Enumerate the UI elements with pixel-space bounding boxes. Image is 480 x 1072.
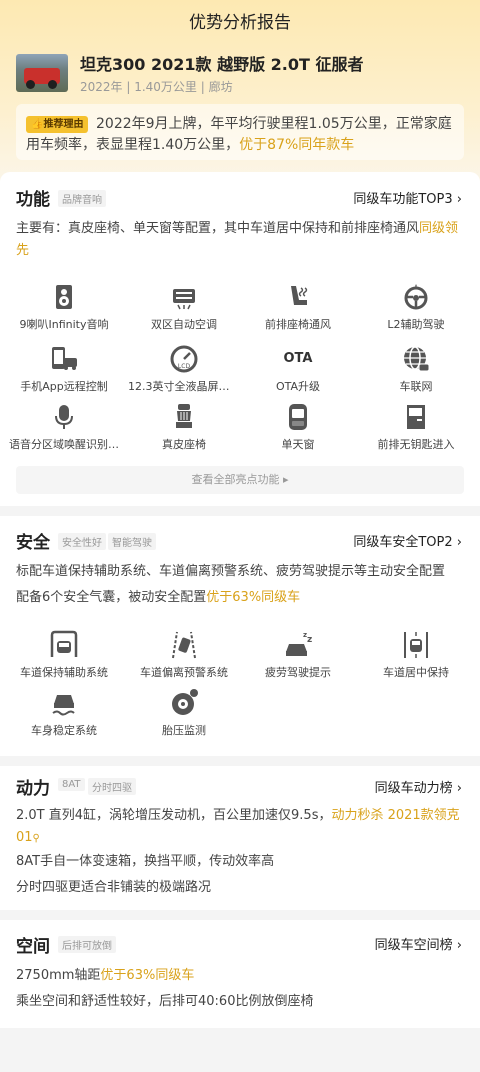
svg-text:z: z	[307, 635, 312, 645]
feature-item[interactable]: OTA OTA升级	[238, 344, 358, 394]
power-card: 动力 8AT 分时四驱 同级车动力榜 › 2.0T 直列4缸，涡轮增压发动机，百…	[0, 766, 480, 910]
power-desc-1: 2.0T 直列4缸，涡轮增压发动机，百公里加速仅9.5s，动力秒杀 2021款领…	[16, 808, 460, 845]
feature-item[interactable]: 单天窗	[238, 402, 358, 452]
space-desc-2: 乘坐空间和舒适性较好，后排可40:60比例放倒座椅	[16, 994, 314, 1009]
lane-departure-icon	[172, 631, 196, 659]
safety-item[interactable]: 车道保持辅助系统	[4, 630, 124, 680]
lcd-gauge-icon: LCD	[170, 345, 198, 373]
safety-chip: 智能驾驶	[108, 533, 156, 550]
feature-item[interactable]: A L2辅助驾驶	[356, 282, 476, 332]
tire-pressure-icon	[172, 689, 198, 715]
chevron-right-icon: ›	[456, 781, 462, 796]
feature-item[interactable]: 车联网	[356, 344, 476, 394]
feature-item[interactable]: LCD 12.3英寸全液晶屏幕…	[124, 344, 244, 394]
microphone-icon	[55, 405, 73, 429]
function-chip: 品牌音响	[58, 190, 106, 207]
safety-item[interactable]: 车身稳定系统	[4, 688, 124, 738]
ac-icon	[173, 289, 195, 310]
phone-car-icon	[52, 347, 77, 370]
space-title: 空间	[16, 937, 50, 957]
car-name: 坦克300 2021款 越野版 2.0T 征服者	[80, 55, 364, 74]
triangle-right-icon: ▸	[282, 473, 289, 486]
chevron-right-icon: ›	[456, 535, 462, 550]
lane-keep-icon	[50, 630, 78, 657]
car-meta: 2022年 | 1.40万公里 | 廊坊	[80, 80, 233, 94]
safety-chip: 安全性好	[58, 533, 106, 550]
recommend-reason-box: 2022年9月上牌，年平均行驶里程1.05万公里，正常家庭用车频率，表显里程1.…	[16, 104, 464, 160]
thumb-up-icon: 👍	[31, 119, 44, 130]
svg-text:LCD: LCD	[178, 363, 191, 370]
power-desc-2: 8AT手自一体变速箱，换挡平顺，传动效率高	[16, 854, 275, 869]
feature-item[interactable]: 前排座椅通风	[238, 282, 358, 332]
space-rank-link[interactable]: 同级车空间榜 ›	[375, 934, 462, 953]
stability-icon	[52, 695, 75, 716]
globe-icon	[404, 346, 430, 372]
ota-icon: OTA	[283, 351, 313, 366]
safety-desc-2: 配备6个安全气囊，被动安全配置优于63%同级车	[16, 590, 301, 605]
feature-item[interactable]: 真皮座椅	[124, 402, 244, 452]
search-icon[interactable]: ⚲	[33, 833, 40, 844]
function-title: 功能	[16, 190, 50, 210]
page-title: 优势分析报告	[189, 13, 291, 33]
seat-vent-icon	[291, 286, 308, 305]
power-chip: 分时四驱	[88, 778, 136, 795]
speaker-icon	[56, 285, 72, 309]
space-chip: 后排可放倒	[58, 936, 116, 953]
fatigue-icon: zz	[286, 631, 312, 656]
feature-item[interactable]: 前排无钥匙进入	[356, 402, 476, 452]
safety-title: 安全	[16, 533, 50, 553]
car-thumbnail[interactable]	[16, 54, 68, 92]
chevron-right-icon: ›	[456, 192, 462, 207]
door-icon	[407, 405, 425, 429]
feature-item[interactable]: 9喇叭Infinity音响	[4, 282, 124, 332]
feature-item[interactable]: 手机App远程控制	[4, 344, 124, 394]
space-card: 空间 后排可放倒 同级车空间榜 › 2750mm轴距优于63%同级车 乘坐空间和…	[0, 920, 480, 1028]
lane-center-icon	[404, 632, 428, 658]
reason-text: 2022年9月上牌，年平均行驶里程1.05万公里，正常家庭用车频率，表显里程1.…	[26, 116, 452, 153]
reason-highlight: 优于87%同年款车	[239, 137, 355, 153]
feature-item[interactable]: 双区自动空调	[124, 282, 244, 332]
safety-desc-1: 标配车道保持辅助系统、车道偏离预警系统、疲劳驾驶提示等主动安全配置	[16, 564, 446, 579]
space-desc-1: 2750mm轴距优于63%同级车	[16, 968, 195, 983]
recommend-reason-tag: 👍推荐理由	[26, 116, 89, 133]
chevron-right-icon: ›	[456, 938, 462, 953]
function-desc: 主要有：真皮座椅、单天窗等配置，其中车道居中保持和前排座椅通风同级领先	[16, 221, 459, 258]
feature-item[interactable]: 语音分区域唤醒识别…	[4, 402, 124, 452]
power-title: 动力	[16, 779, 50, 799]
view-all-features-button[interactable]: 查看全部亮点功能 ▸	[16, 466, 464, 494]
safety-item[interactable]: 车道偏离预警系统	[124, 630, 244, 680]
safety-top-link[interactable]: 同级车安全TOP2 ›	[353, 531, 462, 550]
safety-item[interactable]: zz 疲劳驾驶提示	[238, 630, 358, 680]
steering-wheel-icon: A	[404, 284, 428, 310]
power-chip: 8AT	[58, 778, 85, 791]
power-desc-3: 分时四驱更适合非铺装的极端路况	[16, 880, 212, 895]
svg-text:z: z	[303, 631, 307, 639]
sunroof-icon	[289, 404, 307, 430]
function-card: 功能 品牌音响 同级车功能TOP3 › 主要有：真皮座椅、单天窗等配置，其中车道…	[0, 172, 480, 506]
safety-item[interactable]: 车道居中保持	[356, 630, 476, 680]
safety-item[interactable]: 胎压监测	[124, 688, 244, 738]
leather-seat-icon	[176, 404, 192, 428]
power-rank-link[interactable]: 同级车动力榜 ›	[375, 777, 462, 796]
function-top-link[interactable]: 同级车功能TOP3 ›	[353, 188, 462, 207]
safety-card: 安全 安全性好 智能驾驶 同级车安全TOP2 › 标配车道保持辅助系统、车道偏离…	[0, 516, 480, 756]
